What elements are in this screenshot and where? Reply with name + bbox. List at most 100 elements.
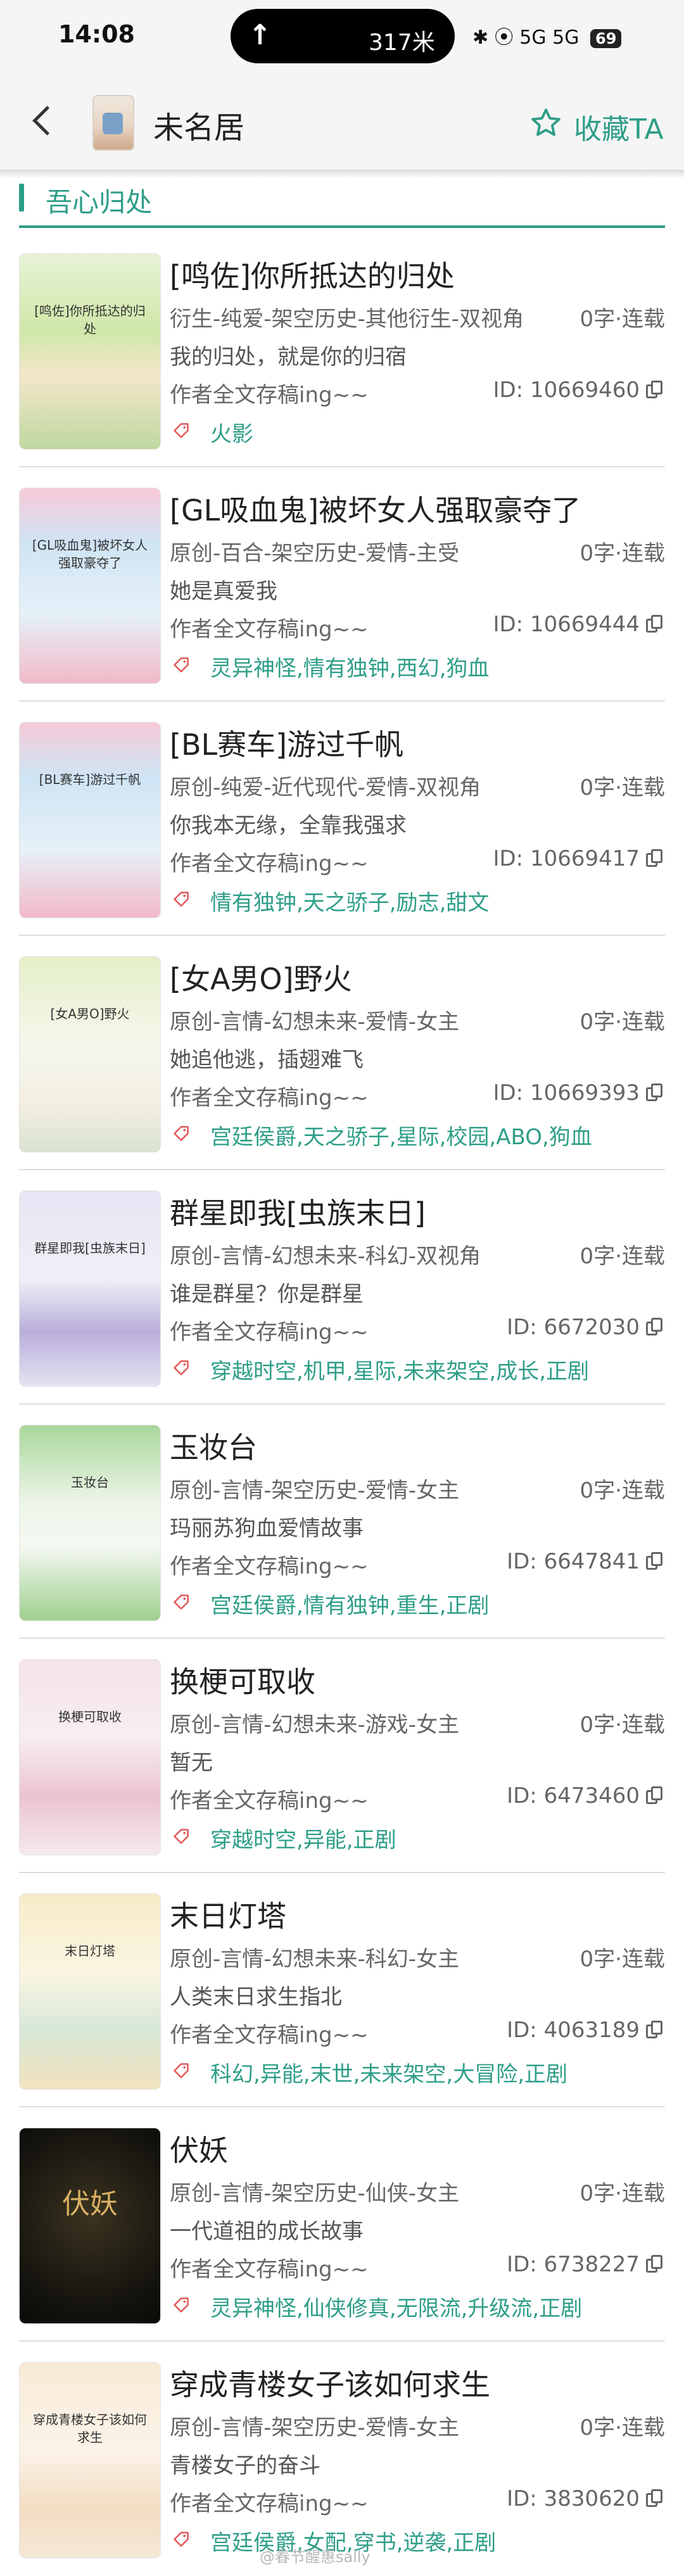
- book-genre: 原创-言情-架空历史-爱情-女主: [170, 2415, 460, 2440]
- book-item[interactable]: 伏妖 伏妖 原创-言情-架空历史-仙侠-女主 0字·连载 一代道祖的成长故事 作者全文存稿…: [0, 2107, 684, 2342]
- copy-icon[interactable]: [646, 2021, 662, 2040]
- book-item[interactable]: [女A男O]野火 [女A男O]野火 原创-言情-幻想未来-爱情-女主 0字·连载 她追他…: [0, 936, 684, 1170]
- book-stats: 0字·连载: [580, 2415, 665, 2440]
- book-id[interactable]: ID: 3830620: [507, 2486, 662, 2511]
- section-title: 吾心归处: [46, 187, 153, 218]
- tag-icon: [174, 1126, 189, 1141]
- book-id[interactable]: ID: 6647841: [507, 1549, 662, 1574]
- watermark-text: @春节醒惠sally: [260, 2548, 370, 2566]
- book-cover[interactable]: 伏妖: [19, 2128, 161, 2324]
- book-title[interactable]: 群星即我[虫族末日]: [170, 1190, 426, 1232]
- navigation-pill[interactable]: ↑ 317米: [231, 9, 455, 63]
- book-tags: 宫廷侯爵,天之骄子,星际,校园,ABO,狗血: [210, 1125, 592, 1150]
- cover-title: 伏妖: [62, 2188, 118, 2220]
- book-title[interactable]: [BL赛车]游过千帆: [170, 722, 403, 764]
- tag-icon: [174, 892, 189, 907]
- book-item[interactable]: [BL赛车]游过千帆 [BL赛车]游过千帆 原创-纯爱-近代现代-爱情-双视角 0字·…: [0, 702, 684, 936]
- book-cover[interactable]: 末日灯塔: [19, 1893, 161, 2090]
- book-tags: 宫廷侯爵,情有独钟,重生,正剧: [210, 1593, 490, 1619]
- book-id[interactable]: ID: 10669417: [493, 846, 662, 871]
- book-id-text: ID: 6738227: [507, 2252, 640, 2277]
- book-tags: 情有独钟,天之骄子,励志,甜文: [210, 890, 490, 916]
- book-title[interactable]: 换梗可取收: [170, 1659, 315, 1701]
- back-button[interactable]: [25, 92, 70, 149]
- status-time: 14:08: [58, 20, 135, 48]
- book-item[interactable]: 穿成青楼女子该如何求生 穿成青楼女子该如何求生 原创-言情-架空历史-爱情-女主 0字…: [0, 2342, 684, 2576]
- book-id-text: ID: 6473460: [507, 1783, 640, 1809]
- copy-icon[interactable]: [646, 2489, 662, 2508]
- book-cover[interactable]: 玉妆台: [19, 1425, 161, 1621]
- copy-icon[interactable]: [646, 381, 662, 400]
- book-stats: 0字·连载: [580, 1009, 665, 1035]
- book-stats: 0字·连载: [580, 1244, 665, 1269]
- section-underline: [19, 225, 665, 228]
- book-title[interactable]: [GL吸血鬼]被坏女人强取豪夺了: [170, 488, 581, 529]
- book-id-text: ID: 10669444: [493, 612, 640, 637]
- book-stats: 0字·连载: [580, 1712, 665, 1738]
- book-cover[interactable]: [BL赛车]游过千帆: [19, 722, 161, 918]
- book-title[interactable]: 穿成青楼女子该如何求生: [170, 2362, 490, 2404]
- tag-icon: [174, 2532, 189, 2547]
- book-genre: 原创-言情-幻想未来-游戏-女主: [170, 1712, 460, 1738]
- bluetooth-icon: ✱: [472, 27, 489, 49]
- tag-icon: [174, 2063, 189, 2078]
- cover-title: [鸣佐]你所抵达的归处: [34, 303, 146, 336]
- book-title[interactable]: 玉妆台: [170, 1425, 257, 1467]
- book-item[interactable]: 群星即我[虫族末日] 群星即我[虫族末日] 原创-言情-幻想未来-科幻-双视角 0字·…: [0, 1170, 684, 1405]
- favorite-label: 收藏TA: [574, 113, 664, 146]
- up-arrow-icon: ↑: [248, 19, 272, 51]
- book-summary: 青楼女子的奋斗: [170, 2453, 320, 2478]
- book-cover[interactable]: [GL吸血鬼]被坏女人强取豪夺了: [19, 488, 161, 684]
- book-id[interactable]: ID: 6738227: [507, 2252, 662, 2277]
- book-title[interactable]: [鸣佐]你所抵达的归处: [170, 253, 455, 295]
- book-id[interactable]: ID: 10669460: [493, 377, 662, 403]
- book-id-text: ID: 10669393: [493, 1080, 640, 1106]
- copy-icon[interactable]: [646, 1318, 662, 1337]
- book-item[interactable]: [GL吸血鬼]被坏女人强取豪夺了 [GL吸血鬼]被坏女人强取豪夺了 原创-百合-架空…: [0, 467, 684, 702]
- copy-icon[interactable]: [646, 1083, 662, 1102]
- book-summary: 她是真爱我: [170, 579, 277, 604]
- cover-title: [BL赛车]游过千帆: [39, 772, 141, 787]
- book-stats: 0字·连载: [580, 775, 665, 800]
- book-cover[interactable]: 穿成青楼女子该如何求生: [19, 2362, 161, 2558]
- book-title[interactable]: [女A男O]野火: [170, 956, 352, 998]
- book-tags: 灵异神怪,情有独钟,西幻,狗血: [210, 656, 490, 681]
- cover-title: 玉妆台: [71, 1475, 109, 1490]
- copy-icon[interactable]: [646, 615, 662, 634]
- book-cover[interactable]: 换梗可取收: [19, 1659, 161, 1855]
- book-cover[interactable]: [鸣佐]你所抵达的归处: [19, 253, 161, 450]
- book-list: [鸣佐]你所抵达的归处 [鸣佐]你所抵达的归处 衍生-纯爱-架空历史-其他衍生-双视…: [0, 233, 684, 2576]
- cover-title: [GL吸血鬼]被坏女人强取豪夺了: [32, 538, 148, 571]
- copy-icon[interactable]: [646, 2255, 662, 2274]
- book-tags: 穿越时空,异能,正剧: [210, 1828, 396, 1853]
- book-item[interactable]: 玉妆台 玉妆台 原创-言情-架空历史-爱情-女主 0字·连载 玛丽苏狗血爱情故事 作者全文…: [0, 1405, 684, 1639]
- book-cover[interactable]: [女A男O]野火: [19, 956, 161, 1152]
- book-id[interactable]: ID: 10669444: [493, 612, 662, 637]
- book-id[interactable]: ID: 4063189: [507, 2017, 662, 2043]
- book-item[interactable]: 末日灯塔 末日灯塔 原创-言情-幻想未来-科幻-女主 0字·连载 人类末日求生指北 作者全…: [0, 1873, 684, 2107]
- avatar[interactable]: [92, 95, 134, 151]
- book-author-note: 作者全文存稿ing~~: [170, 2257, 369, 2282]
- book-id[interactable]: ID: 6672030: [507, 1315, 662, 1340]
- copy-icon[interactable]: [646, 1552, 662, 1571]
- book-id-text: ID: 3830620: [507, 2486, 640, 2511]
- book-id[interactable]: ID: 10669393: [493, 1080, 662, 1106]
- navigation-distance: 317米: [369, 30, 435, 56]
- book-title[interactable]: 末日灯塔: [170, 1893, 286, 1935]
- book-author-note: 作者全文存稿ing~~: [170, 1320, 369, 1345]
- book-genre: 原创-言情-幻想未来-科幻-双视角: [170, 1244, 481, 1269]
- book-title[interactable]: 伏妖: [170, 2128, 228, 2169]
- book-id[interactable]: ID: 6473460: [507, 1783, 662, 1809]
- book-stats: 0字·连载: [580, 1478, 665, 1503]
- book-summary: 谁是群星？你是群星: [170, 1282, 364, 1307]
- book-stats: 0字·连载: [580, 541, 665, 566]
- copy-icon[interactable]: [646, 1786, 662, 1805]
- book-id-text: ID: 4063189: [507, 2017, 640, 2043]
- favorite-button[interactable]: 收藏TA: [529, 104, 671, 146]
- book-cover[interactable]: 群星即我[虫族末日]: [19, 1190, 161, 1387]
- book-id-text: ID: 6672030: [507, 1315, 640, 1340]
- copy-icon[interactable]: [646, 849, 662, 868]
- book-item[interactable]: 换梗可取收 换梗可取收 原创-言情-幻想未来-游戏-女主 0字·连载 暂无 作者全文存稿i…: [0, 1639, 684, 1873]
- book-item[interactable]: [鸣佐]你所抵达的归处 [鸣佐]你所抵达的归处 衍生-纯爱-架空历史-其他衍生-双视…: [0, 233, 684, 467]
- book-summary: 我的归处，就是你的归宿: [170, 344, 407, 370]
